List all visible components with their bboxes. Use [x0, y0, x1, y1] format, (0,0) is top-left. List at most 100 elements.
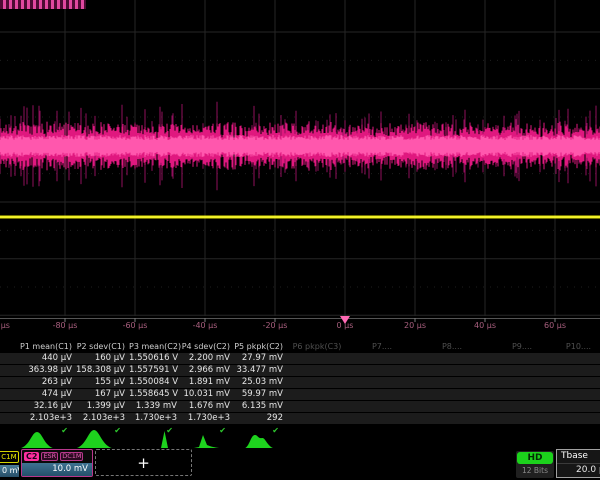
c2-channel-badge: C2	[24, 452, 39, 461]
measure-value-cell: 1.730e+3	[129, 413, 181, 424]
measure-value-cell: 1.339 mV	[129, 401, 181, 412]
timebase-value: 20.0 µs/div	[557, 464, 600, 477]
c1-coupling-badge: C1M	[0, 451, 19, 463]
measure-value-cell: 292	[234, 413, 287, 424]
measure-table-row: 474 µV167 µV1.558645 V10.031 mV59.97 mV	[0, 389, 600, 401]
measure-column-header[interactable]: P1 mean(C1)	[0, 340, 76, 353]
measure-value-cell: 263 µV	[0, 377, 76, 388]
measure-value-cell: 59.97 mV	[234, 389, 287, 400]
time-tick-label: 40 µs	[455, 321, 515, 330]
c2-coupling-badge: DC1M	[60, 452, 83, 461]
measure-value-cell	[487, 377, 557, 388]
waveform-grid-area[interactable]	[0, 0, 600, 336]
c1-scale-value: 0 mV	[0, 465, 19, 477]
hd-bits-label: 12 Bits	[516, 465, 554, 476]
measure-value-cell	[557, 389, 600, 400]
channel-c1-descriptor[interactable]: C1M 0 mV	[0, 451, 19, 478]
measure-value-cell	[417, 389, 487, 400]
clipped-header-banner	[0, 0, 86, 9]
add-trace-button[interactable]: +	[95, 449, 192, 476]
c2-scale-value: 10.0 mV	[22, 463, 92, 476]
measure-table-row: 440 µV160 µV1.550616 V2.200 mV27.97 mV	[0, 353, 600, 365]
measure-value-cell	[557, 365, 600, 376]
measure-value-cell: 6.135 mV	[234, 401, 287, 412]
measure-value-cell: 1.730e+3	[181, 413, 234, 424]
measure-table-row: 2.103e+32.103e+31.730e+31.730e+3292	[0, 413, 600, 425]
time-tick-label: -60 µs	[105, 321, 165, 330]
measure-value-cell	[287, 401, 347, 412]
measure-value-cell: 155 µV	[76, 377, 129, 388]
measure-value-cell	[487, 389, 557, 400]
time-axis-labels: -100 µs-80 µs-60 µs-40 µs-20 µs0 µs20 µs…	[0, 321, 600, 333]
measure-column-header[interactable]: P9....	[487, 340, 557, 353]
measure-value-cell	[487, 353, 557, 364]
measure-table-row: 363.98 µV158.308 µV1.557591 V2.966 mV33.…	[0, 365, 600, 377]
measure-value-cell	[417, 353, 487, 364]
measure-column-header[interactable]: P7....	[347, 340, 417, 353]
oscilloscope-screen: -100 µs-80 µs-60 µs-40 µs-20 µs0 µs20 µs…	[0, 0, 600, 480]
measure-value-cell: 1.399 µV	[76, 401, 129, 412]
measure-table-row: 263 µV155 µV1.550084 V1.891 mV25.03 mV	[0, 377, 600, 389]
measure-value-cell	[347, 413, 417, 424]
time-tick-label: -20 µs	[245, 321, 305, 330]
hd-badge: HD	[517, 452, 553, 464]
measure-value-cell: 474 µV	[0, 389, 76, 400]
measure-value-cell	[487, 365, 557, 376]
measure-value-cell: 160 µV	[76, 353, 129, 364]
measure-value-cell: 25.03 mV	[234, 377, 287, 388]
measure-value-cell	[557, 413, 600, 424]
measure-value-cell	[287, 377, 347, 388]
time-tick-label: 0 µs	[315, 321, 375, 330]
measure-value-cell	[347, 389, 417, 400]
graticule-svg	[0, 0, 600, 336]
measure-column-header[interactable]: P8....	[417, 340, 487, 353]
measure-value-cell: 32.16 µV	[0, 401, 76, 412]
measure-table-row: 32.16 µV1.399 µV1.339 mV1.676 mV6.135 mV	[0, 401, 600, 413]
measure-value-cell: 440 µV	[0, 353, 76, 364]
measure-value-cell: 363.98 µV	[0, 365, 76, 376]
measure-value-cell: 1.550084 V	[129, 377, 181, 388]
measure-value-cell: 2.200 mV	[181, 353, 234, 364]
measure-value-cell	[347, 377, 417, 388]
measure-value-cell: 10.031 mV	[181, 389, 234, 400]
time-tick-label: 20 µs	[385, 321, 445, 330]
measure-value-cell: 1.557591 V	[129, 365, 181, 376]
time-tick-label: 60 µs	[525, 321, 585, 330]
measure-value-cell: 2.103e+3	[0, 413, 76, 424]
measure-column-header[interactable]: P5 pkpk(C2)	[234, 340, 287, 353]
measure-value-cell	[287, 413, 347, 424]
measure-value-cell	[347, 365, 417, 376]
measure-column-header[interactable]: P10....	[557, 340, 600, 353]
measure-table[interactable]: P1 mean(C1)P2 sdev(C1)P3 mean(C2)P4 sdev…	[0, 340, 600, 436]
time-tick-label: -40 µs	[175, 321, 235, 330]
measure-value-cell: 167 µV	[76, 389, 129, 400]
time-tick-label: -100 µs	[0, 321, 25, 330]
measure-value-cell	[347, 401, 417, 412]
measure-value-cell: 27.97 mV	[234, 353, 287, 364]
measure-value-cell	[487, 413, 557, 424]
measure-value-cell	[417, 401, 487, 412]
measure-value-cell: 33.477 mV	[234, 365, 287, 376]
measure-value-cell	[557, 353, 600, 364]
measure-value-cell	[417, 413, 487, 424]
timebase-descriptor[interactable]: Tbase 20.0 µs/div	[556, 449, 600, 478]
measure-value-cell: 1.676 mV	[181, 401, 234, 412]
c2-esr-badge: ESR	[41, 452, 58, 461]
c2-badges: C2 ESR DC1M	[22, 450, 92, 463]
measure-value-cell	[287, 389, 347, 400]
measure-value-cell: 1.558645 V	[129, 389, 181, 400]
measure-column-header[interactable]: P2 sdev(C1)	[76, 340, 129, 353]
measure-column-header[interactable]: P3 mean(C2)	[129, 340, 181, 353]
measure-value-cell	[347, 353, 417, 364]
bottom-bar: C1M 0 mV C2 ESR DC1M 10.0 mV + HD 12 Bit…	[0, 448, 600, 480]
channel-c2-descriptor[interactable]: C2 ESR DC1M 10.0 mV	[21, 449, 93, 477]
measure-column-header[interactable]: P6 pkpk(C3)	[287, 340, 347, 353]
timebase-label: Tbase	[557, 450, 600, 464]
measure-value-cell: 158.308 µV	[76, 365, 129, 376]
measure-value-cell: 2.966 mV	[181, 365, 234, 376]
hd-mode-indicator: HD 12 Bits	[516, 451, 554, 478]
measure-value-cell	[417, 365, 487, 376]
measure-column-header[interactable]: P4 sdev(C2)	[181, 340, 234, 353]
measure-value-cell	[287, 353, 347, 364]
measure-value-cell	[487, 401, 557, 412]
